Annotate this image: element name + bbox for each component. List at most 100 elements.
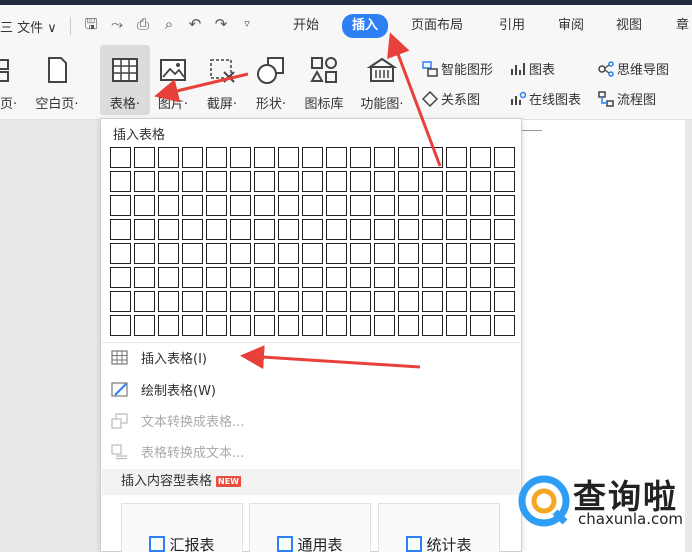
grid-cell[interactable] xyxy=(302,243,323,264)
grid-cell[interactable] xyxy=(254,219,275,240)
grid-cell[interactable] xyxy=(158,243,179,264)
grid-cell[interactable] xyxy=(422,147,443,168)
tab-references[interactable]: 引用 xyxy=(499,15,525,37)
grid-cell[interactable] xyxy=(470,147,491,168)
grid-cell[interactable] xyxy=(110,243,131,264)
grid-cell[interactable] xyxy=(350,147,371,168)
grid-cell[interactable] xyxy=(206,195,227,216)
grid-cell[interactable] xyxy=(446,267,467,288)
mindmap-button[interactable]: 思维导图 xyxy=(598,61,669,81)
page-button-partial[interactable]: 页· xyxy=(0,45,22,115)
grid-cell[interactable] xyxy=(278,171,299,192)
grid-cell[interactable] xyxy=(110,267,131,288)
grid-cell[interactable] xyxy=(374,195,395,216)
grid-cell[interactable] xyxy=(374,171,395,192)
grid-cell[interactable] xyxy=(446,315,467,336)
grid-cell[interactable] xyxy=(398,171,419,192)
grid-cell[interactable] xyxy=(182,243,203,264)
grid-cell[interactable] xyxy=(398,195,419,216)
grid-cell[interactable] xyxy=(470,171,491,192)
undo-icon[interactable]: ↶ xyxy=(186,15,204,33)
grid-cell[interactable] xyxy=(326,267,347,288)
grid-cell[interactable] xyxy=(398,147,419,168)
grid-cell[interactable] xyxy=(110,291,131,312)
grid-cell[interactable] xyxy=(278,219,299,240)
grid-cell[interactable] xyxy=(182,291,203,312)
grid-cell[interactable] xyxy=(254,147,275,168)
grid-cell[interactable] xyxy=(206,291,227,312)
grid-cell[interactable] xyxy=(230,171,251,192)
grid-cell[interactable] xyxy=(374,291,395,312)
online-chart-button[interactable]: 在线图表 xyxy=(510,91,581,111)
grid-cell[interactable] xyxy=(206,267,227,288)
grid-cell[interactable] xyxy=(422,195,443,216)
grid-cell[interactable] xyxy=(494,291,515,312)
tab-chapter[interactable]: 章 xyxy=(676,15,689,37)
grid-cell[interactable] xyxy=(350,219,371,240)
grid-cell[interactable] xyxy=(206,243,227,264)
image-button[interactable]: 图片· xyxy=(152,45,194,115)
grid-cell[interactable] xyxy=(350,291,371,312)
grid-cell[interactable] xyxy=(470,243,491,264)
grid-cell[interactable] xyxy=(422,315,443,336)
grid-cell[interactable] xyxy=(182,171,203,192)
grid-cell[interactable] xyxy=(110,195,131,216)
print-preview-icon[interactable]: ⌕ xyxy=(160,15,178,33)
grid-cell[interactable] xyxy=(422,267,443,288)
grid-cell[interactable] xyxy=(134,195,155,216)
grid-cell[interactable] xyxy=(254,315,275,336)
relation-chart-button[interactable]: 关系图 xyxy=(422,91,480,111)
grid-cell[interactable] xyxy=(446,219,467,240)
grid-cell[interactable] xyxy=(374,315,395,336)
grid-cell[interactable] xyxy=(446,291,467,312)
grid-cell[interactable] xyxy=(470,291,491,312)
grid-cell[interactable] xyxy=(182,315,203,336)
grid-cell[interactable] xyxy=(374,147,395,168)
grid-cell[interactable] xyxy=(110,171,131,192)
grid-cell[interactable] xyxy=(350,243,371,264)
grid-cell[interactable] xyxy=(326,147,347,168)
chart-button[interactable]: 图表 xyxy=(510,61,555,81)
grid-cell[interactable] xyxy=(374,243,395,264)
grid-cell[interactable] xyxy=(302,171,323,192)
print-icon[interactable]: ⎙ xyxy=(134,15,152,33)
grid-cell[interactable] xyxy=(422,243,443,264)
flowchart-button[interactable]: 流程图 xyxy=(598,91,656,111)
tab-view[interactable]: 视图 xyxy=(616,15,642,37)
grid-cell[interactable] xyxy=(254,171,275,192)
grid-cell[interactable] xyxy=(278,315,299,336)
screenshot-button[interactable]: 截屏· xyxy=(200,45,244,115)
grid-cell[interactable] xyxy=(326,243,347,264)
grid-cell[interactable] xyxy=(422,291,443,312)
grid-cell[interactable] xyxy=(398,291,419,312)
tab-insert[interactable]: 插入 xyxy=(342,14,389,38)
blank-page-button[interactable]: 空白页· xyxy=(27,45,87,115)
grid-cell[interactable] xyxy=(182,219,203,240)
grid-cell[interactable] xyxy=(446,195,467,216)
grid-cell[interactable] xyxy=(254,195,275,216)
grid-cell[interactable] xyxy=(398,219,419,240)
tab-review[interactable]: 审阅 xyxy=(558,15,584,37)
table-button[interactable]: 表格· xyxy=(100,45,150,115)
grid-cell[interactable] xyxy=(446,243,467,264)
grid-cell[interactable] xyxy=(422,219,443,240)
grid-cell[interactable] xyxy=(278,147,299,168)
grid-cell[interactable] xyxy=(134,219,155,240)
grid-cell[interactable] xyxy=(158,219,179,240)
grid-cell[interactable] xyxy=(326,291,347,312)
grid-cell[interactable] xyxy=(326,195,347,216)
grid-cell[interactable] xyxy=(206,219,227,240)
grid-cell[interactable] xyxy=(110,147,131,168)
grid-cell[interactable] xyxy=(350,267,371,288)
grid-cell[interactable] xyxy=(158,315,179,336)
general-table-card[interactable]: 通用表 xyxy=(249,503,371,552)
grid-cell[interactable] xyxy=(230,291,251,312)
grid-cell[interactable] xyxy=(230,219,251,240)
grid-cell[interactable] xyxy=(398,267,419,288)
grid-cell[interactable] xyxy=(230,147,251,168)
function-chart-button[interactable]: 功能图· xyxy=(354,45,410,115)
grid-cell[interactable] xyxy=(182,267,203,288)
smart-shape-button[interactable]: 智能图形 xyxy=(422,61,493,81)
grid-cell[interactable] xyxy=(302,315,323,336)
grid-cell[interactable] xyxy=(278,267,299,288)
